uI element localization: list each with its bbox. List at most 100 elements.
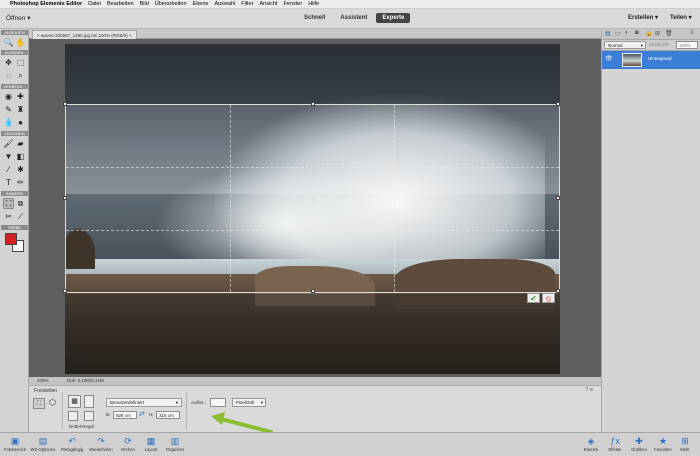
menu-auswahl[interactable]: Auswahl: [214, 1, 235, 7]
opacity-field[interactable]: 100%: [676, 41, 698, 49]
crop-handle-top-right[interactable]: [556, 102, 560, 106]
share-button[interactable]: Teilen ▾: [670, 14, 692, 21]
lock-all-icon[interactable]: ⊞: [655, 30, 660, 37]
eyedropper-icon[interactable]: ⁄: [3, 164, 14, 175]
document-tabbar: × waves-325567_1280.jpg bei 100% (RGB/8)…: [29, 29, 601, 39]
ratio-preset-select[interactable]: Benutzerdefiniert ▾: [106, 398, 182, 407]
menu-bar: Photoshop Elements Editor Datei Bearbeit…: [0, 0, 700, 9]
swap-icon[interactable]: ⇄: [139, 410, 145, 418]
doc-size: Dok: 3,12M/3,12M: [67, 378, 104, 383]
crop-box[interactable]: ✛: [63, 102, 560, 293]
menu-bild[interactable]: Bild: [140, 1, 149, 7]
zoom-level[interactable]: 100%: [37, 378, 49, 383]
app-menu[interactable]: Photoshop Elements Editor: [10, 1, 82, 7]
layer-row[interactable]: 👁 Hintergrund: [602, 51, 700, 69]
undo-button[interactable]: ↶ Rückgängig: [57, 435, 87, 452]
menu-ebene[interactable]: Ebene: [193, 1, 209, 7]
width-field[interactable]: 626 cm: [113, 411, 137, 419]
grid-thirds-option[interactable]: ▦: [68, 395, 81, 408]
menu-hilfe[interactable]: Hilfe: [308, 1, 319, 7]
organizer-button[interactable]: ▥ Organizer: [160, 435, 190, 452]
more-button[interactable]: ⊞ Mehr: [670, 435, 700, 452]
cookie-cutter-icon[interactable]: ⬡: [49, 398, 56, 407]
blend-mode-select[interactable]: Normal ▾: [604, 41, 646, 49]
commit-checkmark-icon[interactable]: ✔: [527, 293, 540, 303]
crop-handle-left[interactable]: [63, 196, 67, 200]
crop-handle-bottom-left[interactable]: [63, 289, 67, 293]
brush-icon[interactable]: 🖌: [3, 138, 14, 149]
paint-bucket-icon[interactable]: ▼: [3, 151, 14, 162]
zoom-icon[interactable]: 🔍: [3, 37, 14, 48]
grid-none-option[interactable]: [84, 395, 94, 408]
custom-shape-icon[interactable]: ✱: [15, 164, 26, 175]
content-move-icon[interactable]: ✂: [3, 211, 14, 222]
width-label: B:: [106, 412, 111, 417]
height-field[interactable]: 315 cm: [156, 411, 180, 419]
marquee-icon[interactable]: ⬚: [15, 57, 26, 68]
redo-button[interactable]: ↷ Wiederholen: [86, 435, 116, 452]
gradient-icon[interactable]: ◧: [15, 151, 26, 162]
resolution-field[interactable]: [210, 398, 226, 407]
new-layer-icon[interactable]: ▤: [605, 30, 611, 37]
mode-schnell[interactable]: Schnell: [298, 13, 331, 23]
quick-select-icon[interactable]: ⌕: [15, 70, 26, 81]
cancel-crop-icon[interactable]: ⦸: [542, 293, 555, 303]
eraser-icon[interactable]: ▰: [15, 138, 26, 149]
crop-handle-top[interactable]: [311, 102, 315, 106]
crop-handle-top-left[interactable]: [63, 102, 67, 106]
photo-bin-button[interactable]: ▣ Fotobereich: [0, 435, 30, 452]
eye-redeye-icon[interactable]: ◉: [3, 91, 14, 102]
foreground-color-swatch[interactable]: [5, 233, 17, 245]
visibility-eye-icon[interactable]: 👁: [605, 55, 613, 62]
lasso-icon[interactable]: ◌: [3, 70, 14, 81]
crop-handle-right[interactable]: [556, 196, 560, 200]
undo-icon: ↶: [68, 436, 76, 446]
bottom-taskbar: ▣ Fotobereich ▤ WZ-Optionen ↶ Rückgängig ↷ W…: [0, 432, 700, 456]
menu-ansicht[interactable]: Ansicht: [259, 1, 277, 7]
type-icon[interactable]: T: [3, 177, 14, 188]
new-group-icon[interactable]: ▭: [615, 30, 621, 37]
close-icon[interactable]: ×: [37, 33, 40, 38]
height-label: H:: [149, 412, 154, 417]
straighten-icon[interactable]: ⟋: [15, 211, 26, 222]
mask-icon[interactable]: ◙: [635, 30, 639, 36]
resolution-unit-select[interactable]: Pixel/Zoll ▾: [232, 398, 266, 407]
crop-handle-bottom-right[interactable]: [556, 289, 560, 293]
menu-ueberarbeiten[interactable]: Überarbeiten: [155, 1, 187, 7]
adjustment-icon[interactable]: ◐: [625, 30, 629, 36]
panel-menu-icon[interactable]: ≡: [690, 30, 694, 36]
blur-icon[interactable]: 💧: [3, 117, 14, 128]
menu-fenster[interactable]: Fenster: [284, 1, 303, 7]
tool-options-title: Freistellen: [34, 388, 58, 394]
tool-options-icon: ▤: [38, 436, 48, 446]
grid-other-option[interactable]: [84, 411, 94, 421]
document-tab[interactable]: × waves-325567_1280.jpg bei 100% (RGB/8)…: [32, 30, 137, 39]
clone-stamp-icon[interactable]: ♜: [15, 104, 26, 115]
canvas-area[interactable]: ✛ ✔ ⦸: [29, 39, 601, 377]
smart-brush-icon[interactable]: ✎: [3, 104, 14, 115]
open-button[interactable]: Öffnen ▾: [6, 14, 30, 22]
recompose-icon[interactable]: ⧉: [15, 198, 26, 209]
healing-brush-icon[interactable]: ✚: [15, 91, 26, 102]
grid-golden-option[interactable]: [68, 411, 78, 421]
crop-tool-icon[interactable]: ⛶: [33, 398, 45, 409]
menu-bearbeiten[interactable]: Bearbeiten: [107, 1, 134, 7]
tool-options-button[interactable]: ▤ WZ-Optionen: [28, 435, 58, 452]
lock-icon[interactable]: 🔒: [645, 30, 652, 37]
help-menu-icon[interactable]: ? ≡: [585, 387, 593, 393]
menu-filter[interactable]: Filter: [241, 1, 253, 7]
menu-datei[interactable]: Datei: [88, 1, 101, 7]
mode-assistent[interactable]: Assistent: [334, 13, 373, 23]
toolbox-section-modify: ÄNDERN: [1, 191, 28, 196]
trash-icon[interactable]: 🗑: [665, 30, 673, 37]
crop-icon[interactable]: ⛶: [3, 198, 14, 209]
move-tool-icon[interactable]: ✥: [3, 57, 14, 68]
create-button[interactable]: Erstellen ▾: [628, 14, 658, 21]
resolution-label: Auflös.:: [191, 400, 207, 405]
crop-handle-bottom[interactable]: [311, 289, 315, 293]
mode-experte[interactable]: Experte: [376, 13, 411, 23]
hand-icon[interactable]: ✋: [15, 37, 26, 48]
pencil-icon[interactable]: ✏: [15, 177, 26, 188]
redo-icon: ↷: [97, 436, 105, 446]
sponge-icon[interactable]: ●: [15, 117, 26, 128]
